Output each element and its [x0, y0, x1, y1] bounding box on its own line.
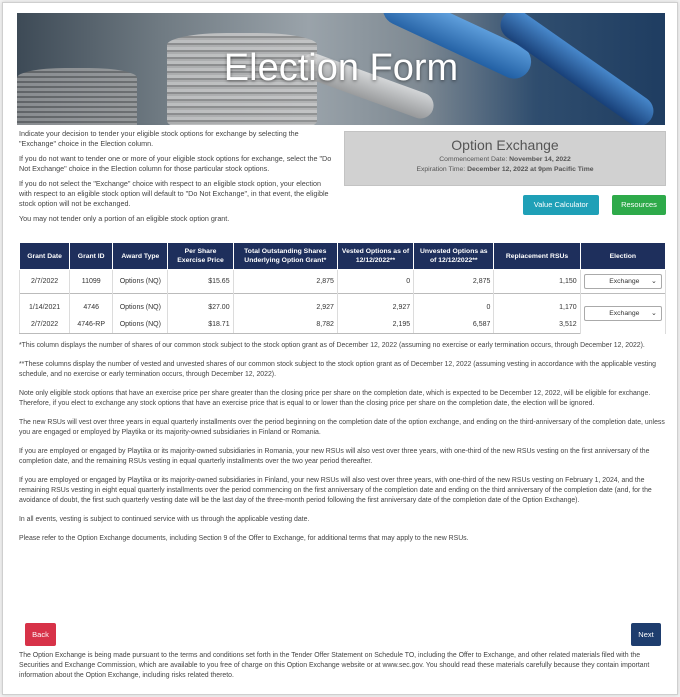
expiration-time: Expiration Time: December 12, 2022 at 9p… — [416, 166, 594, 173]
outstanding-cell: 2,927 — [232, 293, 338, 316]
price-cell: $18.71 — [167, 315, 234, 334]
column-header: Election — [579, 242, 667, 270]
column-header: Grant ID — [69, 242, 114, 270]
election-select[interactable]: Exchange ⌄ — [583, 306, 662, 322]
instruction-text: Indicate your decision to tender your el… — [19, 129, 299, 148]
table-row: 2/7/2022 4746-RP Options (NQ) $18.71 8,7… — [18, 315, 666, 334]
grant-id-cell: 4746-RP — [69, 315, 114, 334]
election-form-page: Election Form Indicate your decision to … — [2, 2, 678, 695]
column-header: Grant Date — [18, 242, 71, 270]
banner-image: Election Form — [17, 13, 665, 125]
instructions: Indicate your decision to tender your el… — [19, 129, 333, 229]
column-header: Vested Options as of 12/12/2022** — [336, 242, 415, 270]
table-header-row: Grant Date Grant ID Award Type Per Share… — [18, 242, 667, 270]
footnote-text: The new RSUs will vest over three years … — [19, 419, 665, 436]
election-cell: Exchange ⌄ — [579, 293, 667, 334]
replacement-cell: 1,170 — [493, 293, 581, 316]
unvested-cell: 6,587 — [413, 315, 495, 334]
price-cell: $27.00 — [167, 293, 234, 316]
replacement-cell: 3,512 — [493, 315, 581, 334]
grant-date-cell: 2/7/2022 — [18, 269, 71, 294]
award-type-cell: Options (NQ) — [112, 315, 169, 334]
instruction-text: If you do not want to tender one or more… — [19, 154, 332, 173]
footnote-text: If you are employed or engaged by Playti… — [19, 448, 650, 465]
outstanding-cell: 2,875 — [232, 269, 338, 294]
footnote-text: If you are employed or engaged by Playti… — [19, 477, 652, 504]
footnote-text: In all events, vesting is subject to con… — [19, 516, 310, 523]
vested-cell: 2,195 — [336, 315, 415, 334]
table-row: 2/7/2022 11099 Options (NQ) $15.65 2,875… — [18, 269, 667, 294]
page-title: Election Form — [223, 47, 459, 89]
chevron-down-icon: ⌄ — [650, 310, 657, 318]
grant-id-cell: 11099 — [69, 269, 114, 294]
instruction-text: You may not tender only a portion of an … — [19, 214, 230, 223]
option-grants-table: Grant Date Grant ID Award Type Per Share… — [18, 242, 667, 334]
value-calculator-button[interactable]: Value Calculator — [523, 195, 599, 215]
back-button[interactable]: Back — [25, 623, 56, 646]
award-type-cell: Options (NQ) — [112, 269, 169, 294]
instruction-text: If you do not select the "Exchange" choi… — [19, 179, 329, 208]
footnote-text: *This column displays the number of shar… — [19, 342, 645, 349]
award-type-cell: Options (NQ) — [112, 293, 169, 316]
column-header: Replacement RSUs — [493, 242, 581, 270]
grant-date-cell: 2/7/2022 — [18, 315, 71, 334]
commencement-date: Commencement Date: November 14, 2022 — [439, 156, 571, 163]
election-cell: Exchange ⌄ — [579, 269, 667, 294]
resources-button[interactable]: Resources — [612, 195, 666, 215]
column-header: Unvested Options as of 12/12/2022** — [413, 242, 495, 270]
unvested-cell: 2,875 — [413, 269, 495, 294]
unvested-cell: 0 — [413, 293, 495, 316]
table-row: 1/14/2021 4746 Options (NQ) $27.00 2,927… — [18, 293, 667, 334]
grant-id-cell: 4746 — [69, 293, 114, 316]
chevron-down-icon: ⌄ — [650, 278, 657, 285]
column-header: Award Type — [112, 242, 169, 270]
vested-cell: 0 — [336, 269, 415, 294]
column-header: Per Share Exercise Price — [167, 242, 234, 270]
column-header: Total Outstanding Shares Underlying Opti… — [232, 242, 338, 270]
footnotes: *This column displays the number of shar… — [19, 341, 667, 553]
replacement-cell: 1,150 — [493, 269, 581, 294]
grant-date-cell: 1/14/2021 — [18, 293, 71, 316]
outstanding-cell: 8,782 — [232, 315, 338, 334]
footnote-text: Note only eligible stock options that ha… — [19, 390, 651, 407]
election-select[interactable]: Exchange ⌄ — [583, 274, 662, 289]
price-cell: $15.65 — [167, 269, 234, 294]
footnote-text: Please refer to the Option Exchange docu… — [19, 535, 469, 542]
next-button[interactable]: Next — [631, 623, 661, 646]
disclaimer-text: The Option Exchange is being made pursua… — [19, 652, 650, 679]
option-exchange-title: Option Exchange — [451, 137, 559, 153]
footnote-text: **These columns display the number of ve… — [19, 361, 656, 378]
option-exchange-info-box: Option Exchange Commencement Date: Novem… — [344, 131, 666, 186]
vested-cell: 2,927 — [336, 293, 415, 316]
